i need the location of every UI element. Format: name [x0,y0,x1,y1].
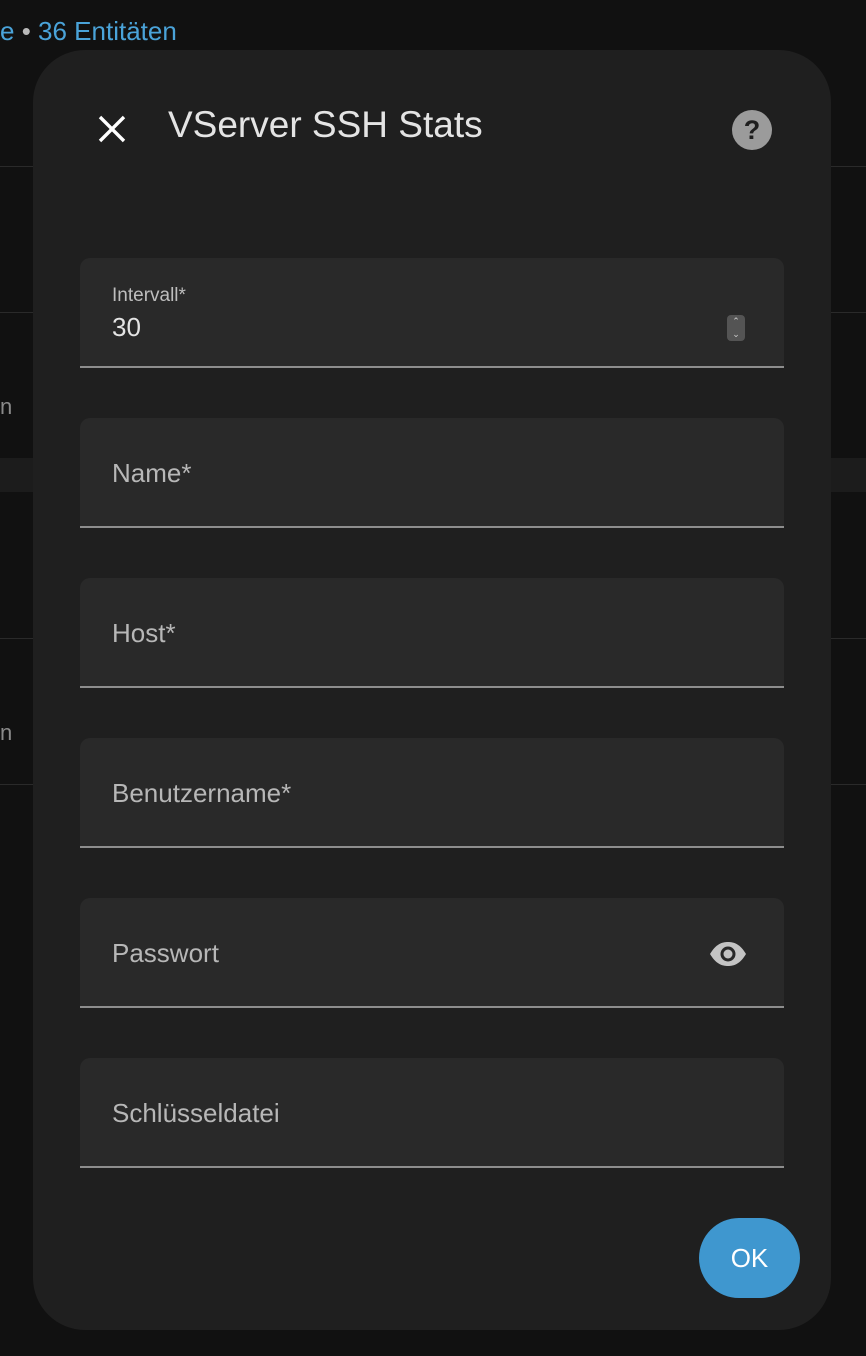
password-field[interactable]: Passwort [80,898,784,1008]
interval-label: Intervall* [112,285,186,306]
interval-field[interactable]: Intervall* 30 ⌃ ⌄ [80,258,784,368]
name-placeholder: Name* [112,458,192,488]
host-field[interactable]: Host* [80,578,784,688]
background-header: e • 36 Entitäten [0,16,177,47]
dialog-title: VServer SSH Stats [168,104,483,145]
name-field[interactable]: Name* [80,418,784,528]
eye-icon [710,942,746,966]
ok-button[interactable]: OK [699,1218,800,1298]
close-icon [98,115,126,143]
chevron-up-icon[interactable]: ⌃ [732,317,740,326]
background-header-separator: • [14,16,39,46]
interval-value[interactable]: 30 [112,312,141,343]
username-field[interactable]: Benutzername* [80,738,784,848]
password-placeholder: Passwort [112,938,219,968]
help-circle-icon: ? [732,110,772,150]
toggle-password-visibility-button[interactable] [706,934,750,974]
interval-stepper[interactable]: ⌃ ⌄ [727,315,745,341]
background-entity-count-link[interactable]: 36 Entitäten [38,16,177,46]
host-placeholder: Host* [112,618,176,648]
keyfile-placeholder: Schlüsseldatei [112,1098,280,1128]
username-placeholder: Benutzername* [112,778,292,808]
keyfile-field[interactable]: Schlüsseldatei [80,1058,784,1168]
background-row-fragment: n [0,720,13,745]
chevron-down-icon[interactable]: ⌄ [732,330,740,339]
help-button[interactable]: ? [726,104,778,156]
background-header-left: e [0,16,15,46]
close-button[interactable] [86,103,138,155]
background-row-fragment: n [0,394,13,419]
svg-text:?: ? [744,115,761,145]
